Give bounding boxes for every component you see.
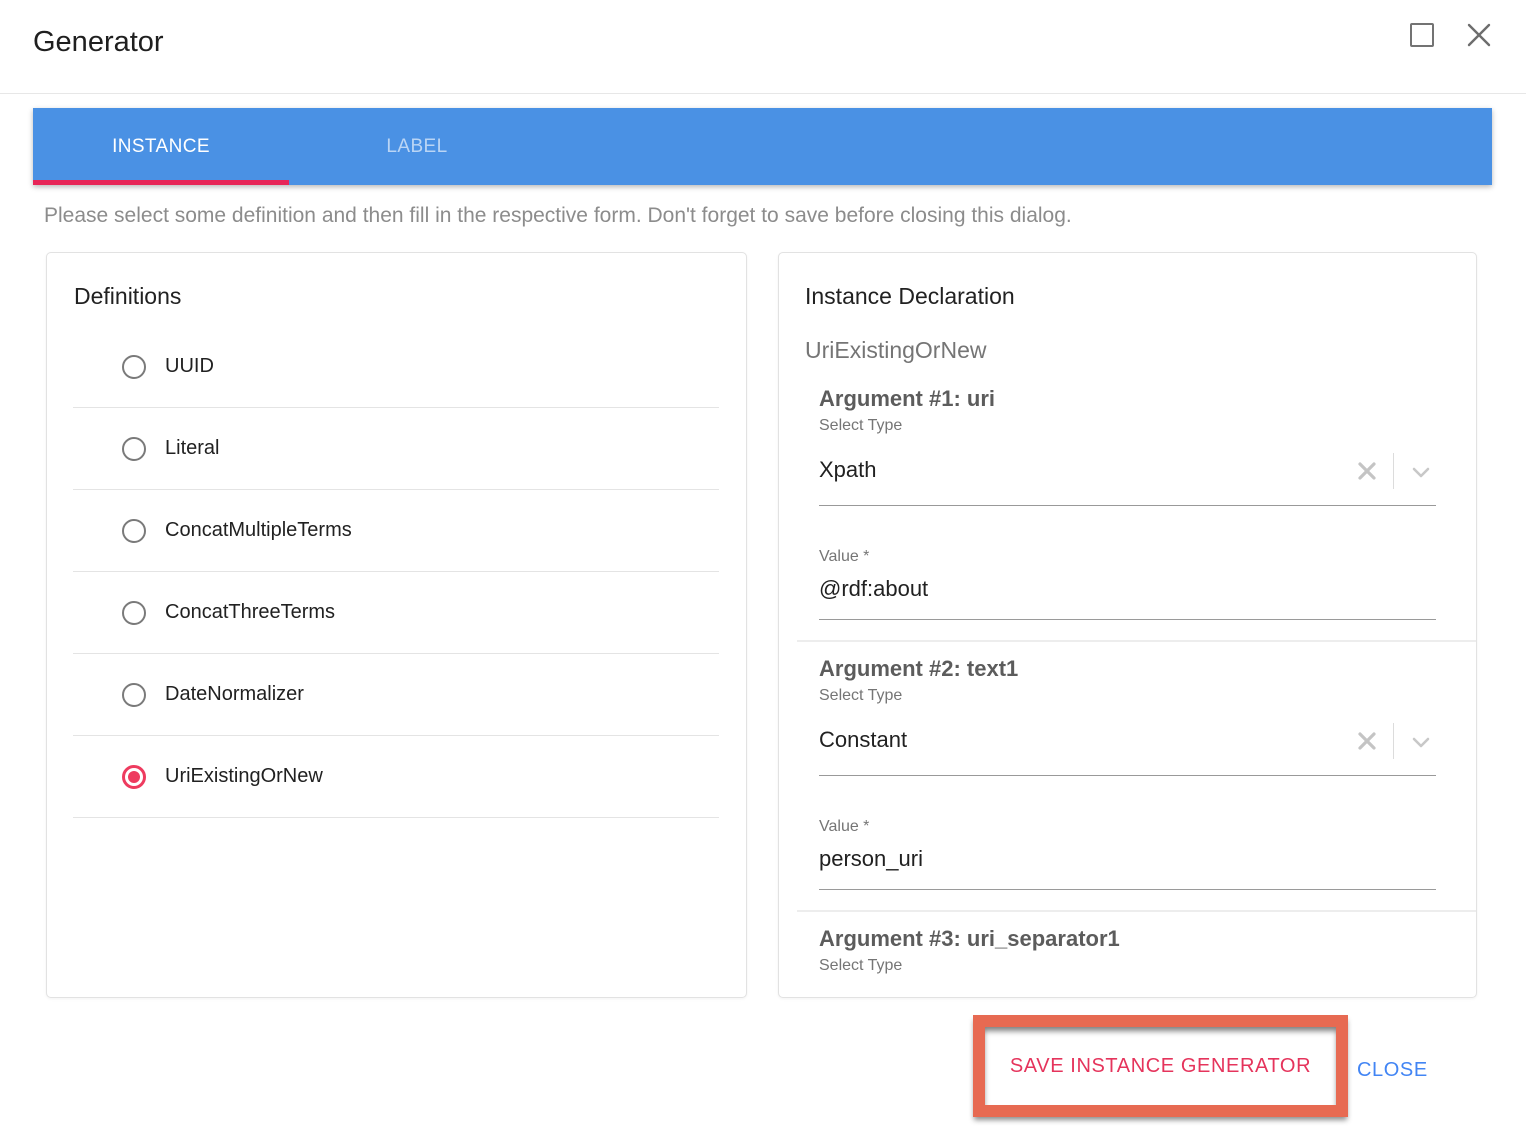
argument-2-value-label: Value * (819, 818, 1436, 836)
radio-option-label: Literal (165, 437, 219, 460)
argument-1-type-value: Xpath (819, 457, 1357, 483)
arguments-form: Argument #1: uri Select Type Xpath Val (819, 386, 1436, 975)
radio-icon (122, 519, 146, 543)
declaration-heading: Instance Declaration (805, 283, 1476, 310)
definitions-list: UUID Literal ConcatMultipleTerms ConcatT… (47, 326, 746, 818)
argument-3-section: Argument #3: uri_separator1 Select Type (819, 926, 1436, 975)
argument-2-type-value: Constant (819, 727, 1357, 753)
radio-icon (122, 355, 146, 379)
save-highlight-annotation: SAVE INSTANCE GENERATOR (973, 1015, 1348, 1117)
tab-bar: INSTANCE LABEL (33, 108, 1492, 185)
radio-icon (122, 601, 146, 625)
radio-option-label: ConcatThreeTerms (165, 601, 335, 624)
argument-2-clear-button[interactable] (1357, 727, 1393, 751)
radio-icon (122, 437, 146, 461)
instance-declaration-panel: Instance Declaration UriExistingOrNew Ar… (778, 252, 1477, 998)
chevron-down-icon (1410, 461, 1432, 483)
instruction-text: Please select some definition and then f… (44, 204, 1072, 228)
argument-1-section: Argument #1: uri Select Type Xpath Val (819, 386, 1436, 642)
argument-1-value-input[interactable]: @rdf:about (819, 576, 1436, 620)
argument-2-title: Argument #2: text1 (819, 656, 1436, 682)
section-divider (797, 640, 1476, 642)
argument-1-dropdown-button[interactable] (1410, 457, 1436, 483)
maximize-icon[interactable] (1410, 23, 1434, 47)
argument-2-dropdown-button[interactable] (1410, 727, 1436, 753)
argument-3-title: Argument #3: uri_separator1 (819, 926, 1436, 952)
argument-2-type-label: Select Type (819, 687, 1436, 705)
window-controls (1410, 22, 1492, 48)
radio-option-label: DateNormalizer (165, 683, 304, 706)
definitions-panel: Definitions UUID Literal ConcatMultipleT… (46, 252, 747, 998)
select-separator (1393, 453, 1394, 489)
radio-option-uriexistingornew[interactable]: UriExistingOrNew (73, 736, 719, 818)
radio-option-datenormalizer[interactable]: DateNormalizer (73, 654, 719, 736)
argument-3-type-label: Select Type (819, 957, 1436, 975)
argument-2-type-select[interactable]: Constant (819, 727, 1436, 776)
radio-option-literal[interactable]: Literal (73, 408, 719, 490)
radio-option-concatthreeterms[interactable]: ConcatThreeTerms (73, 572, 719, 654)
radio-option-label: UriExistingOrNew (165, 765, 323, 788)
argument-1-clear-button[interactable] (1357, 457, 1393, 481)
definitions-heading: Definitions (74, 283, 746, 310)
argument-1-type-label: Select Type (819, 417, 1436, 435)
radio-option-concatmultipleterms[interactable]: ConcatMultipleTerms (73, 490, 719, 572)
section-divider (797, 910, 1476, 912)
radio-icon (122, 765, 146, 789)
save-instance-generator-button[interactable]: SAVE INSTANCE GENERATOR (1010, 1055, 1311, 1078)
clear-icon (1357, 731, 1377, 751)
radio-icon (122, 683, 146, 707)
chevron-down-icon (1410, 731, 1432, 753)
generator-name: UriExistingOrNew (805, 337, 1476, 364)
argument-1-value-label: Value * (819, 548, 1436, 566)
argument-1-title: Argument #1: uri (819, 386, 1436, 412)
argument-2-section: Argument #2: text1 Select Type Constant (819, 656, 1436, 912)
argument-1-type-select[interactable]: Xpath (819, 457, 1436, 506)
radio-option-label: ConcatMultipleTerms (165, 519, 352, 542)
tab-instance[interactable]: INSTANCE (33, 108, 289, 185)
select-separator (1393, 723, 1394, 759)
argument-2-value-input[interactable]: person_uri (819, 846, 1436, 890)
radio-option-label: UUID (165, 355, 214, 378)
clear-icon (1357, 461, 1377, 481)
header-divider (0, 93, 1526, 94)
close-dialog-button[interactable]: CLOSE (1357, 1059, 1428, 1082)
close-icon[interactable] (1466, 22, 1492, 48)
dialog-title: Generator (33, 26, 164, 59)
radio-option-uuid[interactable]: UUID (73, 326, 719, 408)
tab-label[interactable]: LABEL (289, 108, 545, 185)
